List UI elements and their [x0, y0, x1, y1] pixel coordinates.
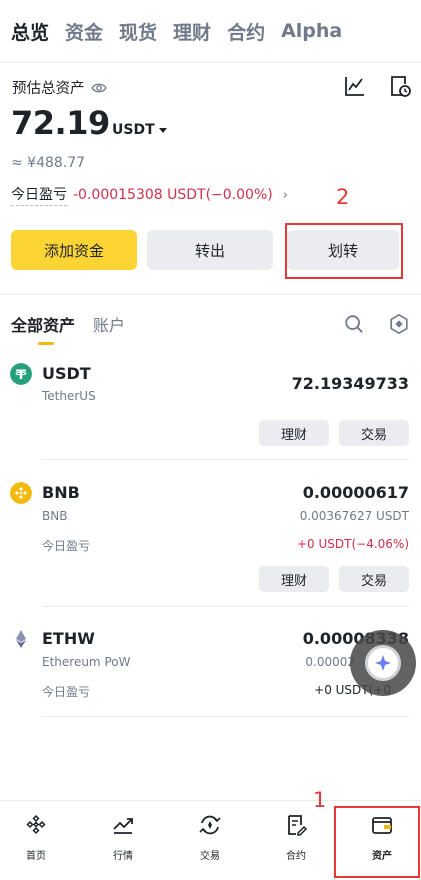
floating-assistant-button[interactable]	[350, 630, 416, 696]
today-pnl-value: -0.00015308 USDT(−0.00%)	[73, 187, 273, 203]
annotation-number-1: 1	[313, 788, 327, 812]
nav-futures[interactable]: 合约	[266, 813, 326, 862]
asset-amount: 72.19349733	[291, 374, 409, 393]
active-tab-underline	[38, 342, 54, 345]
usdt-coin-icon	[10, 363, 32, 385]
section-divider	[0, 294, 421, 295]
nav-trade-label: 交易	[200, 851, 220, 862]
annotation-number-2: 2	[336, 185, 350, 209]
asset-usd-value: 0.00002	[305, 655, 355, 669]
asset-fullname: TetherUS	[42, 389, 96, 403]
asset-amount: 0.00000617	[302, 483, 409, 502]
top-divider	[0, 62, 421, 63]
ethw-coin-icon	[10, 628, 32, 650]
eye-icon[interactable]	[90, 82, 107, 94]
home-icon	[26, 814, 46, 835]
earn-button[interactable]: 理财	[259, 566, 329, 592]
transfer-highlight-box	[285, 223, 403, 279]
tab-accounts[interactable]: 账户	[93, 312, 125, 336]
asset-fullname: Ethereum PoW	[42, 655, 131, 669]
tab-futures[interactable]: 合约	[227, 18, 265, 45]
chevron-right-icon: ›	[282, 187, 288, 203]
row-divider	[42, 606, 409, 607]
tab-earn[interactable]: 理财	[173, 18, 211, 45]
markets-icon	[113, 818, 133, 834]
nav-home-label: 首页	[26, 851, 46, 862]
nav-markets[interactable]: 行情	[93, 813, 153, 862]
chart-icon[interactable]	[343, 74, 367, 98]
history-icon[interactable]	[388, 74, 412, 98]
top-tab-bar: 总览 资金 现货 理财 合约 Alpha	[0, 0, 421, 62]
bnb-coin-icon	[10, 482, 32, 504]
trade-icon	[199, 815, 221, 835]
tab-funding[interactable]: 资金	[65, 18, 103, 45]
nav-trade[interactable]: 交易	[180, 813, 240, 862]
add-funds-button[interactable]: 添加资金	[11, 230, 137, 270]
estimated-total-text: 预估总资产	[12, 81, 85, 97]
asset-symbol: ETHW	[42, 629, 95, 648]
estimated-total-label: 预估总资产	[12, 77, 107, 98]
row-divider	[42, 459, 409, 460]
tab-overview[interactable]: 总览	[11, 18, 49, 45]
tab-all-assets[interactable]: 全部资产	[11, 312, 75, 336]
asset-pnl-label: 今日盈亏	[42, 685, 91, 699]
today-pnl-row[interactable]: 今日盈亏 -0.00015308 USDT(−0.00%) ›	[11, 184, 288, 206]
asset-pnl-label: 今日盈亏	[42, 539, 91, 553]
assistant-icon	[365, 645, 401, 681]
nav-home[interactable]: 首页	[6, 813, 66, 862]
asset-usd-value: 0.00367627 USDT	[299, 509, 409, 523]
assets-highlight-box	[334, 806, 420, 878]
currency-selector[interactable]: USDT	[112, 122, 167, 138]
today-pnl-label: 今日盈亏	[11, 184, 67, 206]
asset-symbol: USDT	[42, 364, 91, 383]
asset-fullname: BNB	[42, 509, 68, 523]
currency-label: USDT	[112, 122, 155, 138]
withdraw-button[interactable]: 转出	[147, 230, 273, 270]
approx-cny-value: ≈ ¥488.77	[11, 155, 86, 171]
tab-alpha[interactable]: Alpha	[281, 20, 342, 42]
settings-hexagon-icon[interactable]	[388, 313, 410, 335]
nav-markets-label: 行情	[113, 851, 133, 862]
trade-button[interactable]: 交易	[339, 566, 409, 592]
search-icon[interactable]	[343, 313, 365, 335]
futures-icon	[288, 815, 308, 836]
caret-down-icon	[158, 127, 167, 133]
earn-button[interactable]: 理财	[259, 420, 329, 446]
trade-button[interactable]: 交易	[339, 420, 409, 446]
tab-spot[interactable]: 现货	[119, 18, 157, 45]
asset-pnl-value: +0 USDT(−4.06%)	[296, 537, 409, 551]
total-balance: 72.19	[11, 104, 110, 142]
row-divider	[42, 716, 409, 717]
nav-futures-label: 合约	[286, 851, 306, 862]
asset-symbol: BNB	[42, 483, 80, 502]
asset-tab-bar: 全部资产 账户	[11, 312, 143, 336]
